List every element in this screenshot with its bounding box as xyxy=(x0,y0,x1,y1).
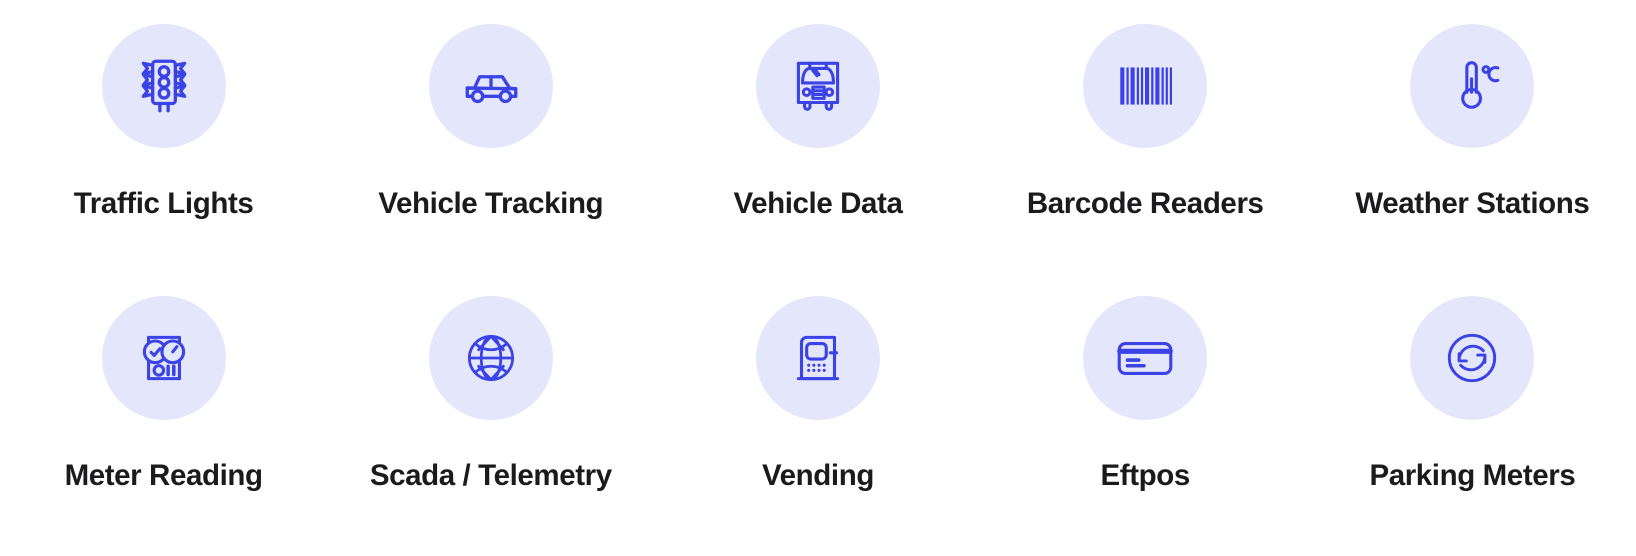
category-card-barcode-readers[interactable]: Barcode Readers xyxy=(982,24,1309,219)
bus-front-icon xyxy=(796,61,840,111)
car-icon xyxy=(465,75,518,104)
globe-icon xyxy=(467,334,514,382)
category-card-weather-stations[interactable]: Weather Stations xyxy=(1309,24,1636,219)
category-label: Eftpos xyxy=(1100,459,1191,492)
category-card-scada-telemetry[interactable]: Scada / Telemetry xyxy=(327,290,654,491)
category-label: Vending xyxy=(762,459,874,492)
category-label: Scada / Telemetry xyxy=(369,459,612,492)
refresh-circle-icon xyxy=(1448,333,1497,383)
utility-meter-icon xyxy=(142,335,185,381)
category-card-vehicle-tracking[interactable]: Vehicle Tracking xyxy=(327,24,654,219)
barcode-icon xyxy=(1120,67,1173,105)
icon-disc xyxy=(428,24,553,148)
thermometer-celsius-icon xyxy=(1461,61,1500,109)
icon-disc xyxy=(101,24,226,148)
icon-disc xyxy=(1083,24,1208,148)
icon-disc xyxy=(1410,24,1535,148)
category-icon-grid: Traffic Lights Vehicle Tracking Vehicle … xyxy=(0,0,1636,556)
vending-machine-icon xyxy=(796,335,840,381)
category-label: Meter Reading xyxy=(64,459,263,492)
icon-disc xyxy=(428,296,553,420)
icon-disc xyxy=(101,296,226,420)
category-label: Barcode Readers xyxy=(1026,187,1264,220)
category-card-parking-meters[interactable]: Parking Meters xyxy=(1309,290,1636,491)
icon-disc xyxy=(755,24,880,148)
category-card-traffic-lights[interactable]: Traffic Lights xyxy=(0,24,327,219)
category-card-vehicle-data[interactable]: Vehicle Data xyxy=(654,24,981,219)
category-card-meter-reading[interactable]: Meter Reading xyxy=(0,290,327,491)
traffic-light-icon xyxy=(141,59,186,113)
icon-disc xyxy=(755,296,880,420)
category-label: Vehicle Data xyxy=(733,187,903,220)
category-label: Parking Meters xyxy=(1369,459,1576,492)
credit-card-icon xyxy=(1117,342,1174,376)
icon-disc xyxy=(1410,296,1535,420)
category-label: Weather Stations xyxy=(1355,187,1590,220)
icon-disc xyxy=(1083,296,1208,420)
category-label: Traffic Lights xyxy=(73,187,254,220)
category-label: Vehicle Tracking xyxy=(378,187,604,220)
category-card-vending[interactable]: Vending xyxy=(654,290,981,491)
category-card-eftpos[interactable]: Eftpos xyxy=(982,290,1309,491)
